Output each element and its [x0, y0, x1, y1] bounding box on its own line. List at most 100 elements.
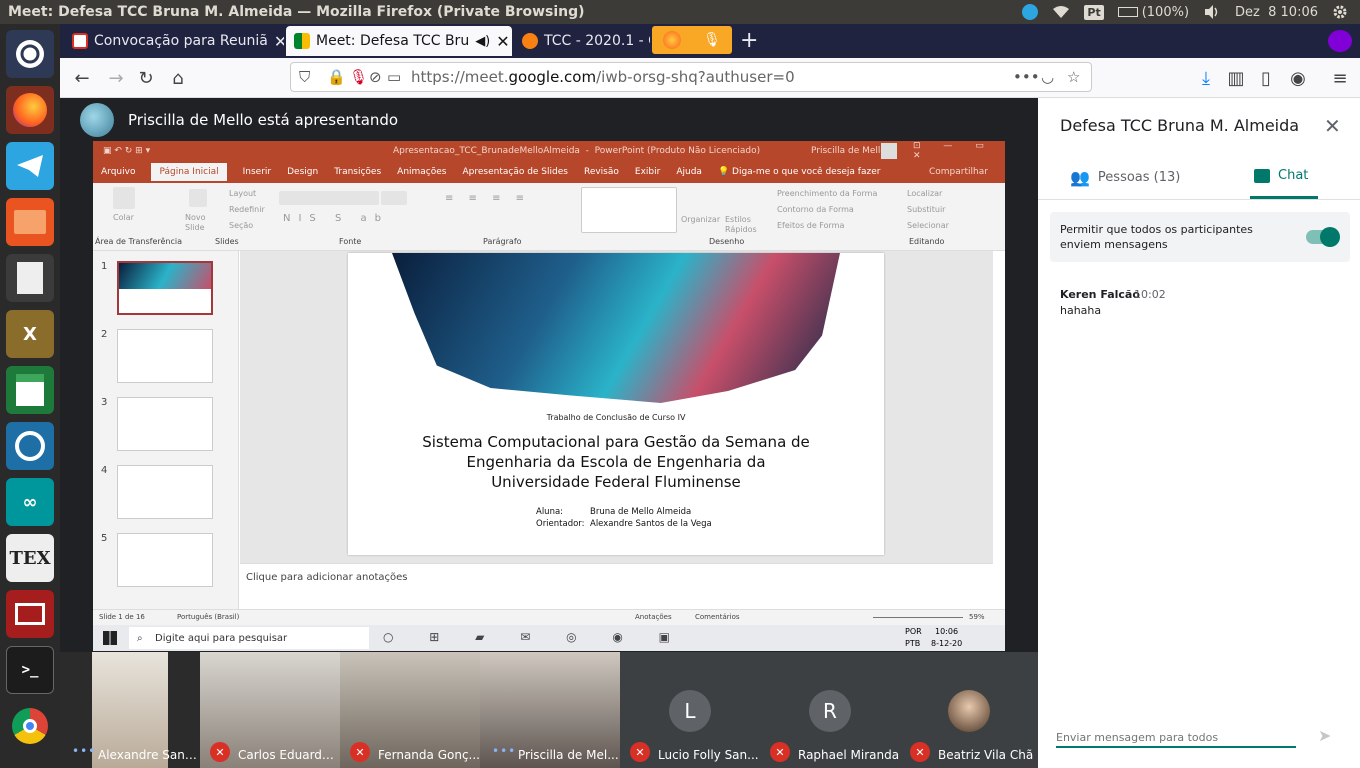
firefox-icon[interactable] [6, 86, 54, 134]
windows-date: 8-12-20 [931, 639, 963, 648]
xfig-icon[interactable]: X [6, 310, 54, 358]
participant-tile[interactable]: ✕ Fernanda Gonç... [340, 652, 480, 768]
files-icon[interactable] [6, 198, 54, 246]
home-button[interactable]: ⌂ [166, 66, 190, 90]
wifi-icon[interactable] [1052, 4, 1070, 20]
lock-icon[interactable]: 🔒 [327, 68, 346, 86]
forward-button[interactable]: → [104, 66, 128, 90]
sidebar-icon[interactable]: ▯ [1254, 66, 1278, 90]
presenter-text: Priscilla de Mello está apresentando [128, 111, 399, 129]
ppt-slide-thumbnails: 1 2 3 4 5 [93, 251, 239, 609]
presenter-bar: Priscilla de Mello está apresentando [80, 103, 399, 137]
firefox-sharing-icon [663, 31, 682, 49]
presentation-viewer-icon[interactable] [6, 590, 54, 638]
shield-icon[interactable]: ⛉ [299, 68, 310, 86]
close-panel-icon[interactable]: ✕ [1324, 114, 1341, 138]
shared-screen[interactable]: ▣ ↶ ↻ ⊞ ▾ Apresentacao_TCC_BrunadeMelloA… [93, 141, 1005, 651]
participant-name: Fernanda Gonç... [378, 748, 480, 762]
tab-people[interactable]: 👥 Pessoas (13) [1070, 168, 1180, 187]
participant-avatar: R [809, 690, 851, 732]
page-actions-icon[interactable]: ••• [1013, 68, 1040, 86]
account-icon[interactable]: ◉ [1286, 66, 1310, 90]
tab-convocacao[interactable]: Convocação para Reuniã ✕ [64, 26, 284, 56]
arduino-icon[interactable]: ∞ [6, 478, 54, 526]
participant-tile[interactable]: ••• Priscilla de Mel... [480, 652, 620, 768]
microphone-icon: 🎙 [703, 32, 721, 48]
tab-meet[interactable]: Meet: Defesa TCC Bru ◀) ✕ [286, 26, 512, 56]
impress-app-icon[interactable] [6, 422, 54, 470]
tab-chat-label: Chat [1278, 168, 1309, 183]
menu-hamburger-icon[interactable]: ≡ [1328, 66, 1352, 90]
new-tab-button[interactable]: + [740, 28, 758, 53]
tex-icon[interactable]: TEX [6, 534, 54, 582]
slide-advisor-name: Alexandre Santos de la Vega [590, 519, 712, 529]
meet-main-area: Priscilla de Mello está apresentando ▣ ↶… [60, 98, 1038, 768]
telegram-tray-icon[interactable] [1022, 4, 1039, 20]
ppt-group-drawing: Desenho [709, 237, 745, 246]
battery-indicator[interactable]: (100%) [1117, 4, 1190, 20]
windows-taskbar: ⌕ Digite aqui para pesquisar ○ ⊞ ▰ ✉ ◎ ◉… [93, 625, 1005, 651]
battery-percent: (100%) [1141, 4, 1190, 20]
thumb-number: 2 [101, 329, 108, 340]
tab-chat[interactable]: Chat [1254, 168, 1308, 183]
volume-icon[interactable] [1203, 4, 1221, 20]
participant-tile[interactable]: R ✕ Raphael Miranda [760, 652, 900, 768]
status-comments: Comentários [695, 613, 740, 621]
ppt-menu-inserir: Inserir [242, 167, 272, 177]
slide-thumbnail [117, 465, 213, 519]
permit-messages-toggle[interactable] [1306, 227, 1340, 247]
ppt-paragraph-icons: ≡ ≡ ≡ ≡ [445, 193, 531, 204]
slide-canvas: Trabalho de Conclusão de Curso IV Sistem… [348, 253, 884, 555]
send-message-button[interactable]: ➤ [1318, 726, 1331, 745]
sharing-indicator[interactable]: 🎙 [652, 26, 732, 54]
participant-strip: ••• Alexandre Sant... ✕ Carlos Eduardo..… [60, 652, 1038, 768]
ubuntu-dash-icon[interactable] [6, 30, 54, 78]
ppt-quick-styles-label: Estilos Rápidos [725, 215, 757, 234]
permit-messages-text: Permitir que todos os participantes envi… [1060, 223, 1253, 251]
reload-button[interactable]: ↻ [134, 66, 158, 90]
text-editor-icon[interactable] [6, 254, 54, 302]
thumb-number: 5 [101, 533, 108, 544]
chrome-icon[interactable] [6, 702, 54, 750]
close-tab-icon[interactable]: ✕ [274, 32, 284, 51]
url-bar[interactable]: ⛉ 🔒 🎙 ⊘ ▭ https://meet.google.com/iwb-or… [290, 62, 1092, 92]
settings-gear-icon[interactable] [1332, 4, 1350, 20]
library-icon[interactable]: ▥ [1224, 66, 1248, 90]
mic-permission-icon[interactable]: 🎙 [349, 68, 368, 86]
camera-blocked-icon[interactable]: ⊘ [369, 68, 382, 86]
slide-student-name: Bruna de Mello Almeida [590, 507, 692, 517]
keyboard-layout-badge[interactable]: Pt [1084, 4, 1104, 20]
participant-tile[interactable]: L ✕ Lucio Folly San... [620, 652, 760, 768]
ppt-font-box [279, 191, 379, 205]
ppt-reset-label: Redefinir [229, 205, 265, 214]
ppt-share: Compartilhar [929, 167, 988, 177]
terminal-icon[interactable]: >_ [6, 646, 54, 694]
participant-tile[interactable]: ✕ Beatriz Vila Chã [900, 652, 1038, 768]
tab-tcc[interactable]: TCC - 2020.1 - Or [514, 26, 650, 56]
clock[interactable]: Dez 8 10:06 [1235, 5, 1318, 20]
participant-tile[interactable]: ✕ Carlos Eduardo... [200, 652, 340, 768]
status-language: Português (Brasil) [177, 613, 240, 621]
url-text[interactable]: https://meet.google.com/iwb-orsg-shq?aut… [411, 68, 795, 86]
back-button[interactable]: ← [70, 66, 94, 90]
chat-message-input[interactable] [1056, 728, 1296, 748]
status-slide-count: Slide 1 de 16 [99, 613, 145, 621]
ppt-user-avatar [881, 143, 897, 159]
speaker-icon[interactable]: ◀) [475, 34, 490, 49]
spreadsheet-icon[interactable] [6, 366, 54, 414]
windows-lang-1: POR [905, 627, 922, 636]
close-tab-icon[interactable]: ✕ [496, 32, 509, 51]
windows-search-icon: ⌕ [137, 632, 143, 644]
bookmark-star-icon[interactable]: ☆ [1067, 68, 1080, 86]
telegram-icon[interactable] [6, 142, 54, 190]
ppt-menu-design: Design [287, 167, 319, 177]
screen-share-icon[interactable]: ▭ [387, 68, 401, 86]
ppt-find-label: Localizar [907, 189, 943, 198]
pocket-icon[interactable]: ◡ [1041, 68, 1054, 86]
downloads-icon[interactable]: ⤓ [1194, 66, 1218, 90]
ppt-paste-label: Colar [113, 213, 134, 222]
participant-tile[interactable]: ••• Alexandre Sant... [60, 652, 200, 768]
url-domain: google.com [508, 68, 597, 86]
ppt-new-slide-label: Novo Slide [185, 213, 206, 232]
ppt-notes-pane: Clique para adicionar anotações [240, 563, 993, 609]
